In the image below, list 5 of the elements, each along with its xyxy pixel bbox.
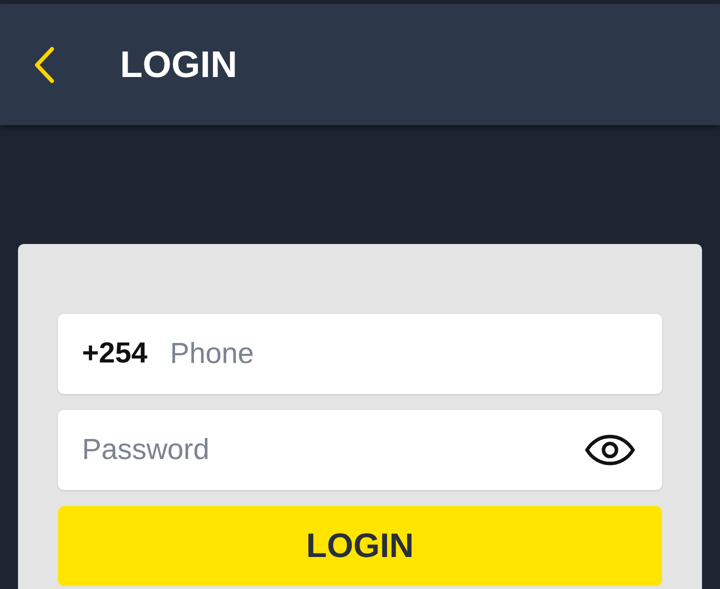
page-title: LOGIN bbox=[120, 44, 238, 86]
back-icon[interactable] bbox=[32, 44, 56, 84]
password-field[interactable]: Password bbox=[58, 410, 662, 490]
country-code: +254 bbox=[82, 338, 148, 370]
login-button[interactable]: LOGIN bbox=[58, 506, 662, 586]
